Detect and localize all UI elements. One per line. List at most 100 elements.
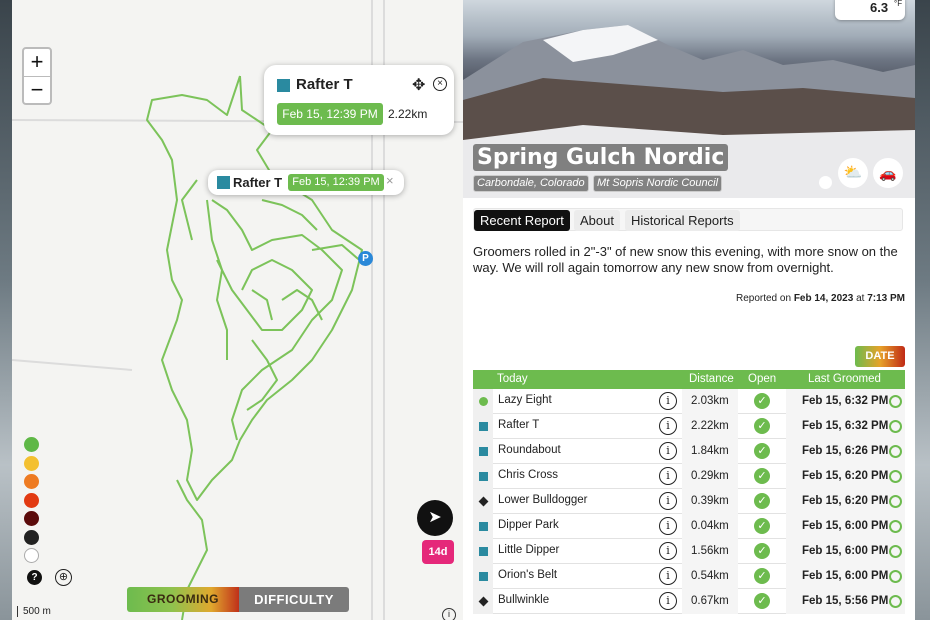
trail-name[interactable]: Lower Bulldogger [498,489,658,514]
tab-about[interactable]: About [574,210,620,231]
legend-color-4[interactable] [24,511,39,526]
trail-name[interactable]: Dipper Park [498,514,658,539]
last-groomed-value: Feb 15, 5:56 PM [802,595,889,607]
table-row[interactable]: Little Dipper i 1.56km ✓ Feb 15, 6:00 PM [473,539,905,564]
weather-button[interactable]: ⛅ [838,158,868,188]
legend-color-2[interactable] [24,474,39,489]
trail-distance: 1.56km [682,539,738,564]
tab-historical-reports[interactable]: Historical Reports [625,210,740,231]
info-icon[interactable]: i [659,492,677,510]
legend-color-5[interactable] [24,529,39,545]
info-icon[interactable]: i [659,417,677,435]
groom-status-icon [889,595,902,608]
info-icon[interactable]: i [659,567,677,585]
toggle-difficulty[interactable]: DIFFICULTY [239,587,349,612]
table-row[interactable]: Dipper Park i 0.04km ✓ Feb 15, 6:00 PM [473,514,905,539]
trail-popup-expanded[interactable]: Rafter T ✥ × Feb 15, 12:39 PM 2.22km [264,65,454,135]
trail-popup-compact[interactable]: Rafter T Feb 15, 12:39 PM × [208,170,404,195]
trail-lines[interactable] [146,75,368,620]
groom-status-icon [889,445,902,458]
legend-color-1[interactable] [24,455,39,471]
table-row[interactable]: Lazy Eight i 2.03km ✓ Feb 15, 6:32 PM [473,389,905,414]
difficulty-icon [473,539,493,564]
last-groomed-value: Feb 15, 6:20 PM [802,495,889,507]
zoom-control[interactable]: + − [22,47,52,105]
close-icon[interactable]: × [386,173,394,188]
last-groomed: Feb 15, 5:56 PM [786,589,905,614]
tab-recent-report[interactable]: Recent Report [474,210,570,231]
popup-trail-distance: 2.22km [388,107,428,121]
info-icon[interactable]: i [659,442,677,460]
area-location[interactable]: Carbondale, Colorado [473,175,589,192]
temperature-widget: 6.3 °F [835,0,905,20]
last-groomed: Feb 15, 6:32 PM [786,389,905,414]
move-icon[interactable]: ✥ [412,75,425,95]
info-icon[interactable]: i [659,542,677,560]
table-row[interactable]: Bullwinkle i 0.67km ✓ Feb 15, 5:56 PM [473,589,905,614]
trail-distance: 0.67km [682,589,738,614]
car-button[interactable]: 🚗 [873,158,903,188]
map-scale: 500 m [17,606,51,617]
layers-icon[interactable]: ⊕ [55,569,72,586]
check-icon: ✓ [754,493,770,509]
trail-name[interactable]: Little Dipper [498,539,658,564]
table-row[interactable]: Lower Bulldogger i 0.39km ✓ Feb 15, 6:20 PM [473,489,905,514]
trail-name[interactable]: Roundabout [498,439,658,464]
col-last-groomed[interactable]: Last Groomed [808,373,881,385]
table-row[interactable]: Rafter Ti 2.22km ✓ Feb 15, 6:32 PM [473,414,905,439]
open-status: ✓ [738,489,786,514]
col-open[interactable]: Open [748,373,776,385]
info-icon[interactable]: i [659,592,677,610]
col-today[interactable]: Today [497,373,528,385]
trail-name[interactable]: Bullwinkle [498,589,658,614]
close-icon[interactable]: × [433,77,447,91]
help-button[interactable]: ? [27,570,42,585]
info-icon[interactable]: i [659,392,677,410]
photo-dot[interactable] [819,176,832,189]
trail-distance: 0.29km [682,464,738,489]
last-groomed: Feb 15, 6:26 PM [786,439,905,464]
info-icon[interactable]: i [659,467,677,485]
reported-date: Feb 14, 2023 [793,293,854,304]
zoom-out-button[interactable]: − [24,76,50,103]
trail-report-panel: 6.3 °F Spring Gulch Nordic Carbondale, C… [463,0,915,620]
table-row[interactable]: Orion's Belt i 0.54km ✓ Feb 15, 6:00 PM [473,564,905,589]
info-icon[interactable]: i [659,517,677,535]
locate-button[interactable]: ➤ [417,500,453,536]
check-icon: ✓ [754,568,770,584]
trail-name[interactable]: Lazy Eight [498,389,658,414]
parking-icon[interactable]: P [358,251,373,266]
trail-name[interactable]: Chris Cross [498,464,658,489]
date-sort-badge[interactable]: DATE [855,346,905,367]
toggle-grooming[interactable]: GROOMING [127,587,239,612]
difficulty-icon [473,489,493,514]
col-distance[interactable]: Distance [689,373,734,385]
check-icon: ✓ [754,593,770,609]
table-row[interactable]: Roundabout i 1.84km ✓ Feb 15, 6:26 PM [473,439,905,464]
trail-distance: 0.54km [682,564,738,589]
reported-at: at [856,293,865,304]
temperature-unit: °F [894,0,903,8]
info-icon[interactable]: i [442,608,456,620]
legend-color-0[interactable] [24,437,39,452]
report-text: Groomers rolled in 2"-3" of new snow thi… [473,244,898,275]
trail-name[interactable]: Orion's Belt [498,564,658,589]
trail-name[interactable]: Rafter T [498,414,658,439]
groom-status-icon [889,570,902,583]
area-title: Spring Gulch Nordic [473,144,729,171]
legend-color-6[interactable] [24,548,39,563]
last-groomed-value: Feb 15, 6:32 PM [802,420,889,432]
zoom-in-button[interactable]: + [24,49,50,76]
area-organization[interactable]: Mt Sopris Nordic Council [593,175,723,192]
trail-square-icon [277,79,290,92]
groom-status-icon [889,520,902,533]
trail-map[interactable]: + − Rafter T ✥ × Feb 15, 12:39 PM 2.22km… [12,0,463,620]
legend-color-3[interactable] [24,492,39,508]
last-groomed-value: Feb 15, 6:00 PM [802,570,889,582]
check-icon: ✓ [754,418,770,434]
table-row[interactable]: Chris Cross i 0.29km ✓ Feb 15, 6:20 PM [473,464,905,489]
open-status: ✓ [738,439,786,464]
groom-status-icon [889,545,902,558]
days-badge[interactable]: 14d [422,540,454,564]
trail-square-icon [217,176,230,189]
